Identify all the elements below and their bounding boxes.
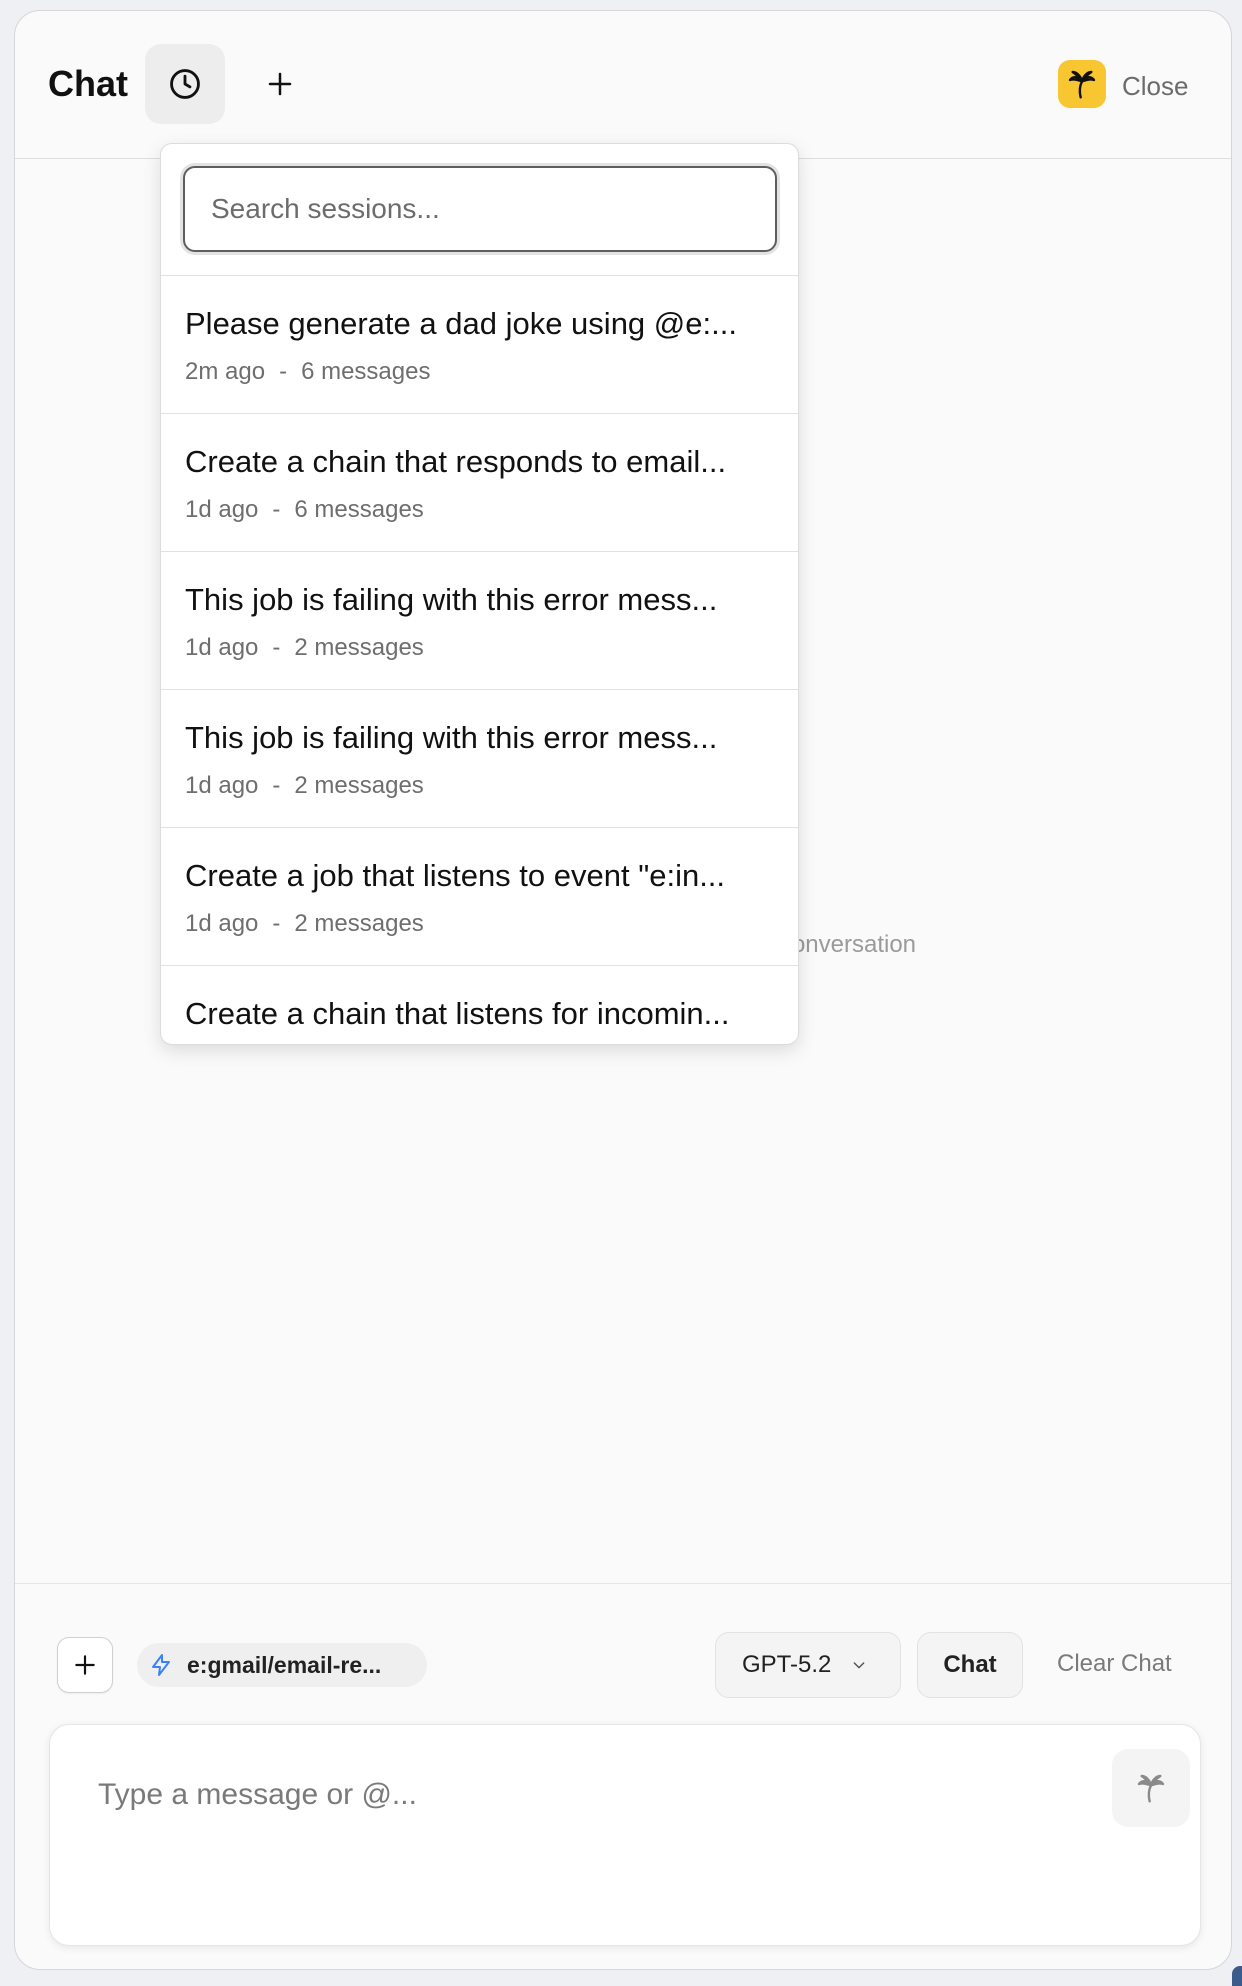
close-button[interactable]: Close — [1122, 71, 1188, 102]
chevron-down-icon — [851, 1657, 867, 1673]
session-message-count: 2 messages — [294, 910, 424, 937]
session-message-count: 2 messages — [294, 772, 424, 799]
model-select-value: GPT-5.2 — [742, 1651, 832, 1678]
session-meta: 1d ago -2 messages — [185, 772, 774, 800]
session-title: Please generate a dad joke using @e:... — [185, 306, 737, 341]
app-logo — [1058, 60, 1106, 108]
session-item[interactable]: This job is failing with this error mess… — [161, 690, 798, 828]
chat-header: Chat Close — [15, 11, 1231, 159]
session-meta: 2m ago -6 messages — [185, 358, 774, 386]
context-chip-label: e:gmail/email-re... — [187, 1651, 382, 1678]
sessions-dropdown: Please generate a dad joke using @e:... … — [160, 143, 799, 1045]
session-item[interactable]: Please generate a dad joke using @e:... … — [161, 276, 798, 414]
context-chip[interactable]: e:gmail/email-re... — [137, 1643, 427, 1687]
palm-tree-icon — [1068, 70, 1096, 99]
meta-separator: - — [272, 910, 281, 937]
mode-chat-button[interactable]: Chat — [917, 1632, 1023, 1698]
meta-separator: - — [272, 634, 281, 661]
session-item[interactable]: Create a job that listens to event "e:in… — [161, 828, 798, 966]
session-item[interactable]: Create a chain that listens for incomin.… — [161, 966, 798, 1044]
message-input[interactable] — [98, 1765, 998, 1825]
plus-icon — [75, 1655, 95, 1675]
session-title: Create a job that listens to event "e:in… — [185, 858, 726, 893]
plus-icon — [268, 72, 292, 96]
palm-tree-icon — [1137, 1774, 1165, 1803]
session-search-wrapper — [161, 144, 798, 276]
session-meta: 1d ago -2 messages — [185, 910, 774, 938]
clear-chat-button[interactable]: Clear Chat — [1057, 1650, 1172, 1678]
meta-separator: - — [272, 496, 281, 523]
session-meta: 1d ago -6 messages — [185, 496, 774, 524]
session-title: This job is failing with this error mess… — [185, 582, 718, 617]
chat-panel: Chat Close t onvers — [14, 10, 1232, 1970]
lightning-icon — [152, 1654, 170, 1676]
model-select[interactable]: GPT-5.2 — [715, 1632, 901, 1698]
session-age: 1d ago — [185, 772, 259, 799]
session-item[interactable]: This job is failing with this error mess… — [161, 552, 798, 690]
history-button[interactable] — [145, 44, 225, 124]
send-button[interactable] — [1112, 1749, 1190, 1827]
session-title: Create a chain that responds to email... — [185, 444, 727, 479]
composer-area: e:gmail/email-re... GPT-5.2 Chat Clear C… — [15, 1583, 1231, 1969]
session-title: Create a chain that listens for incomin.… — [185, 996, 730, 1031]
window-corner — [1232, 1966, 1242, 1986]
session-age: 1d ago — [185, 910, 259, 937]
clock-icon — [170, 69, 200, 99]
session-title: This job is failing with this error mess… — [185, 720, 718, 755]
session-meta: 1d ago -2 messages — [185, 634, 774, 662]
new-chat-button[interactable] — [240, 44, 320, 124]
session-message-count: 6 messages — [294, 496, 424, 523]
attach-button[interactable] — [57, 1637, 113, 1693]
session-age: 1d ago — [185, 496, 259, 523]
page-title: Chat — [48, 63, 128, 104]
session-age: 2m ago — [185, 358, 266, 385]
session-message-count: 6 messages — [301, 358, 431, 385]
meta-separator: - — [279, 358, 288, 385]
session-item[interactable]: Create a chain that responds to email...… — [161, 414, 798, 552]
meta-separator: - — [272, 772, 281, 799]
message-composer — [49, 1724, 1201, 1946]
session-age: 1d ago — [185, 634, 259, 661]
session-message-count: 2 messages — [294, 634, 424, 661]
session-search-input[interactable] — [183, 166, 777, 252]
